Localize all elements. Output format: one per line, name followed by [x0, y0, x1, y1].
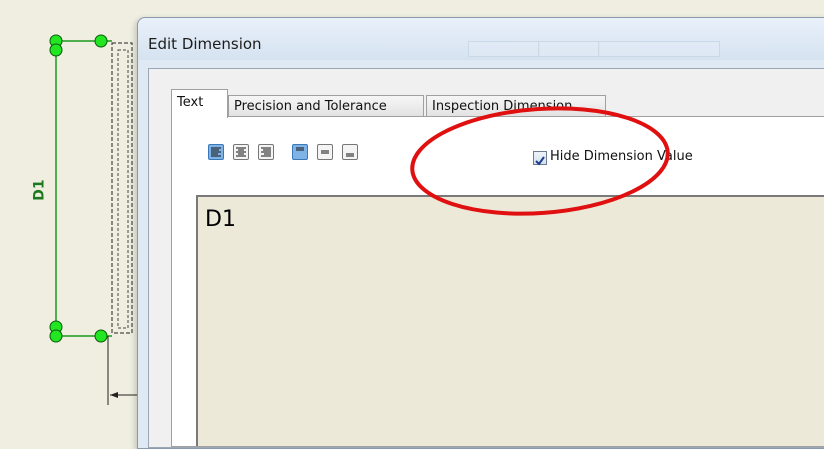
align-bottom-icon: [346, 153, 354, 157]
tab-text[interactable]: Text: [171, 89, 228, 118]
align-top-button[interactable]: [292, 144, 308, 160]
part-outline-dashed: [111, 42, 133, 334]
align-right-button[interactable]: [258, 144, 274, 160]
arrowhead: [110, 392, 118, 398]
align-center-button[interactable]: [233, 144, 249, 160]
background-ghost: [538, 41, 600, 57]
align-middle-icon: [321, 150, 329, 154]
align-top-icon: [296, 147, 304, 151]
dimension-label: D1: [31, 179, 48, 201]
grip-handle[interactable]: [94, 329, 108, 343]
dialog-titlebar[interactable]: Edit Dimension: [138, 18, 824, 60]
dialog-title: Edit Dimension: [148, 35, 262, 53]
background-ghost: [598, 41, 720, 57]
hide-dimension-value-checkbox[interactable]: [533, 151, 547, 166]
dimension-text-value: D1: [205, 207, 236, 232]
align-left-button[interactable]: [208, 144, 224, 160]
align-center-icon: [236, 147, 246, 157]
align-right-icon: [261, 147, 271, 157]
background-ghost: [468, 41, 540, 57]
align-left-icon: [211, 147, 221, 157]
tab-panel-text: Hide Dimension Value D1: [171, 116, 824, 447]
edit-dimension-dialog: Edit Dimension Text Precision and Tolera…: [137, 17, 824, 449]
grip-handle[interactable]: [49, 329, 63, 343]
part-outline-inner: [117, 49, 129, 329]
align-middle-button[interactable]: [317, 144, 333, 160]
grip-handle[interactable]: [94, 34, 108, 48]
checkmark-icon: [535, 156, 545, 166]
tab-inspection-dimension[interactable]: Inspection Dimension: [426, 95, 606, 117]
dimension-text-area[interactable]: D1: [196, 195, 824, 446]
grip-handle[interactable]: [49, 43, 63, 57]
align-bottom-button[interactable]: [342, 144, 358, 160]
hide-dimension-value-label[interactable]: Hide Dimension Value: [550, 149, 693, 164]
dialog-client: Text Precision and Tolerance Inspection …: [148, 68, 824, 448]
tab-precision-and-tolerance[interactable]: Precision and Tolerance: [228, 95, 424, 117]
